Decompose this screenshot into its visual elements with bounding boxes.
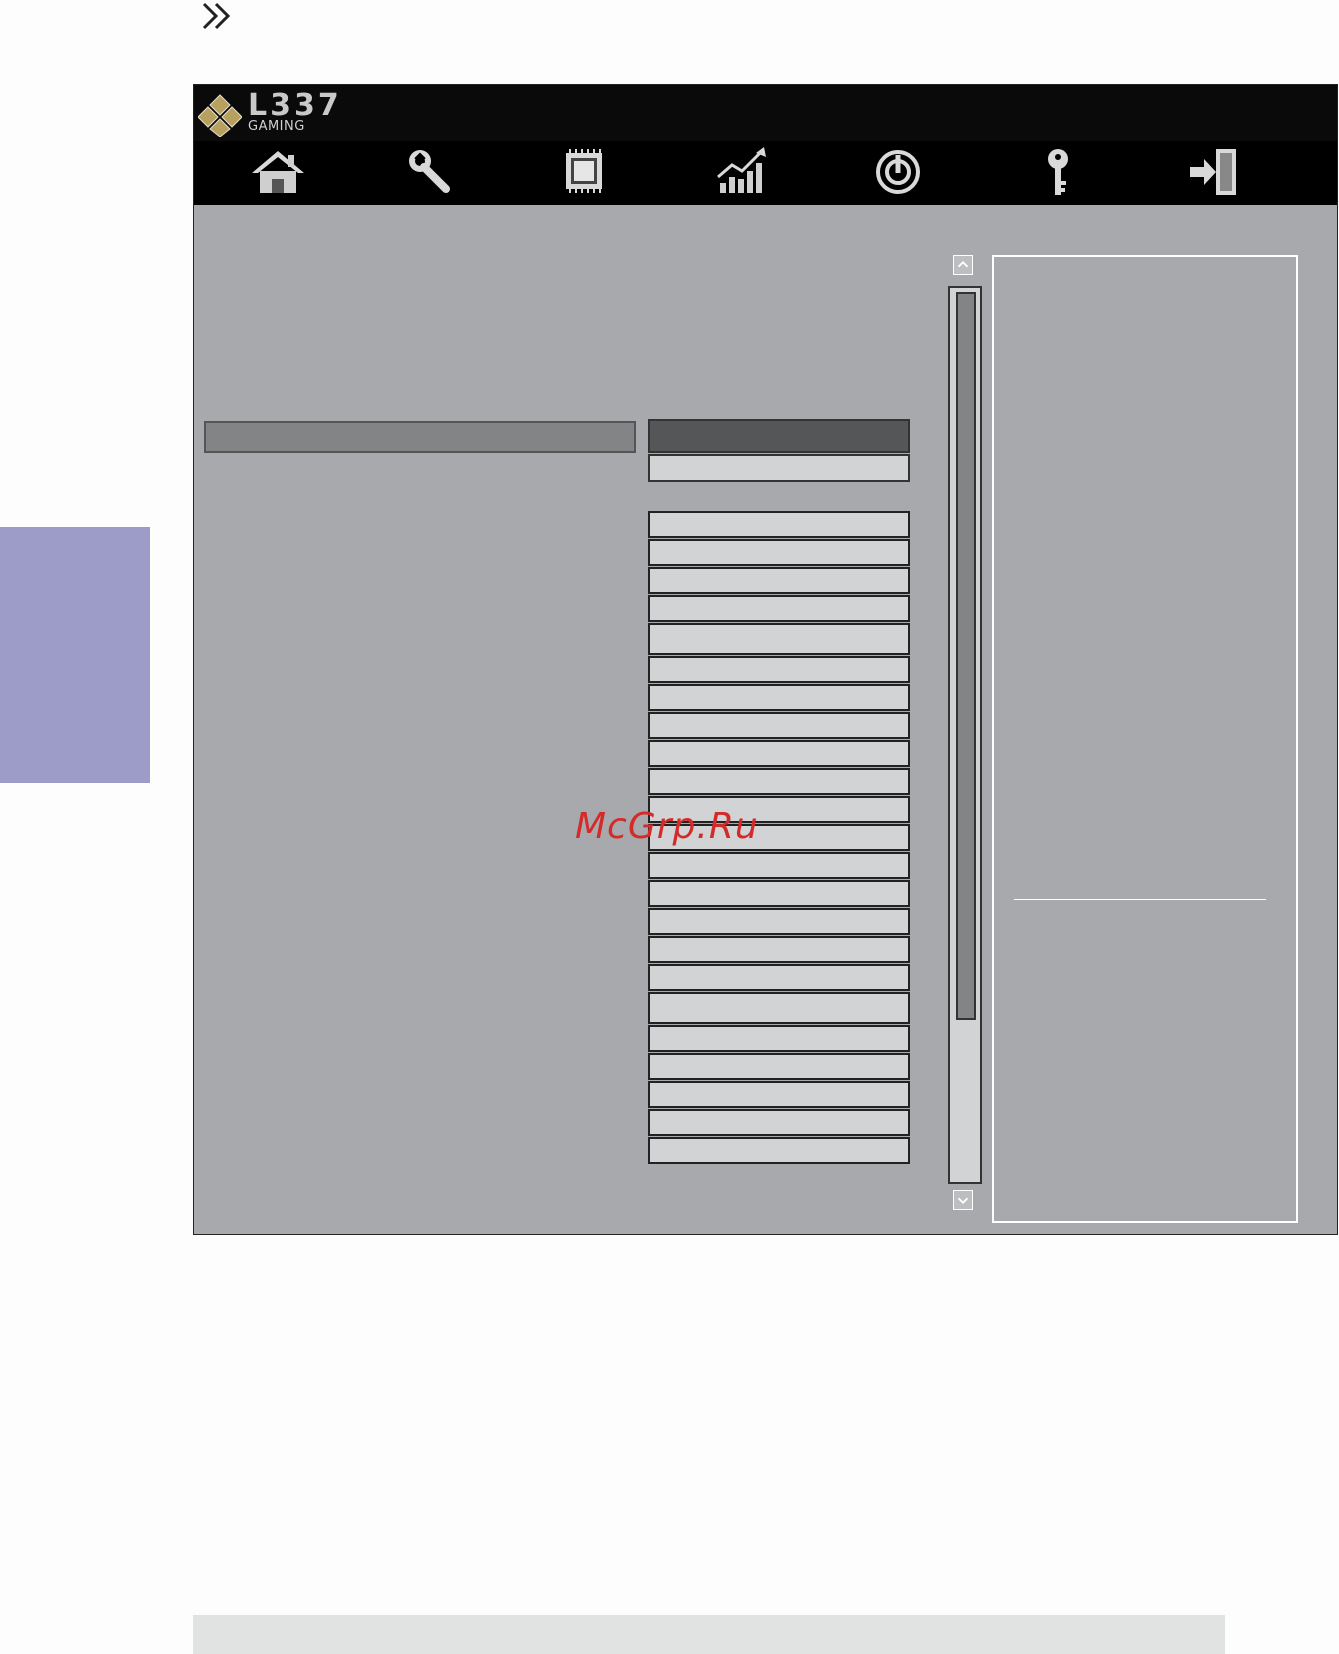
scrollbar-track[interactable] — [948, 286, 982, 1184]
list-item[interactable] — [648, 1109, 910, 1136]
list-item[interactable] — [648, 1025, 910, 1052]
double-chevron-icon — [200, 0, 240, 34]
list-item[interactable] — [648, 712, 910, 739]
logo-sub-text: GAMING — [248, 119, 305, 134]
l337-gaming-logo: L337 GAMING — [198, 89, 348, 139]
list-item[interactable] — [648, 511, 910, 538]
list-item[interactable] — [648, 1053, 910, 1080]
page-footer-bar — [193, 1615, 1225, 1654]
list-item[interactable] — [648, 964, 910, 991]
list-item[interactable] — [648, 936, 910, 963]
chip-icon[interactable] — [554, 145, 614, 199]
menu-item-bar[interactable] — [204, 421, 636, 453]
power-icon[interactable] — [868, 145, 928, 199]
list-item[interactable] — [648, 623, 910, 655]
bios-header: L337 GAMING — [194, 85, 1337, 205]
key-icon[interactable] — [1028, 145, 1088, 199]
scroll-down-button[interactable] — [953, 1190, 973, 1210]
chapter-side-tab — [0, 527, 150, 783]
list-item[interactable] — [648, 1081, 910, 1108]
help-divider — [1014, 899, 1266, 900]
performance-chart-icon[interactable] — [712, 145, 772, 199]
help-panel — [992, 255, 1298, 1223]
bios-window: L337 GAMING — [193, 84, 1338, 1235]
home-icon[interactable] — [248, 145, 308, 199]
list-item[interactable] — [648, 567, 910, 594]
wrench-icon[interactable] — [400, 145, 460, 199]
scroll-up-button[interactable] — [953, 255, 973, 275]
list-item[interactable] — [648, 992, 910, 1024]
list-item[interactable] — [648, 656, 910, 683]
list-item[interactable] — [648, 768, 910, 795]
options-subheader[interactable] — [648, 454, 910, 482]
list-item[interactable] — [648, 539, 910, 566]
watermark-text: McGrp.Ru — [575, 806, 759, 847]
scrollbar-thumb[interactable] — [956, 292, 976, 1020]
list-item[interactable] — [648, 852, 910, 879]
list-item[interactable] — [648, 684, 910, 711]
list-item[interactable] — [648, 595, 910, 622]
bios-header-top — [194, 85, 1337, 141]
list-item[interactable] — [648, 740, 910, 767]
list-item[interactable] — [648, 908, 910, 935]
exit-icon[interactable] — [1184, 145, 1244, 199]
logo-main-text: L337 — [248, 88, 342, 123]
logo-mark-icon — [198, 94, 242, 137]
options-header — [648, 419, 910, 453]
list-item[interactable] — [648, 1137, 910, 1164]
list-item[interactable] — [648, 880, 910, 907]
